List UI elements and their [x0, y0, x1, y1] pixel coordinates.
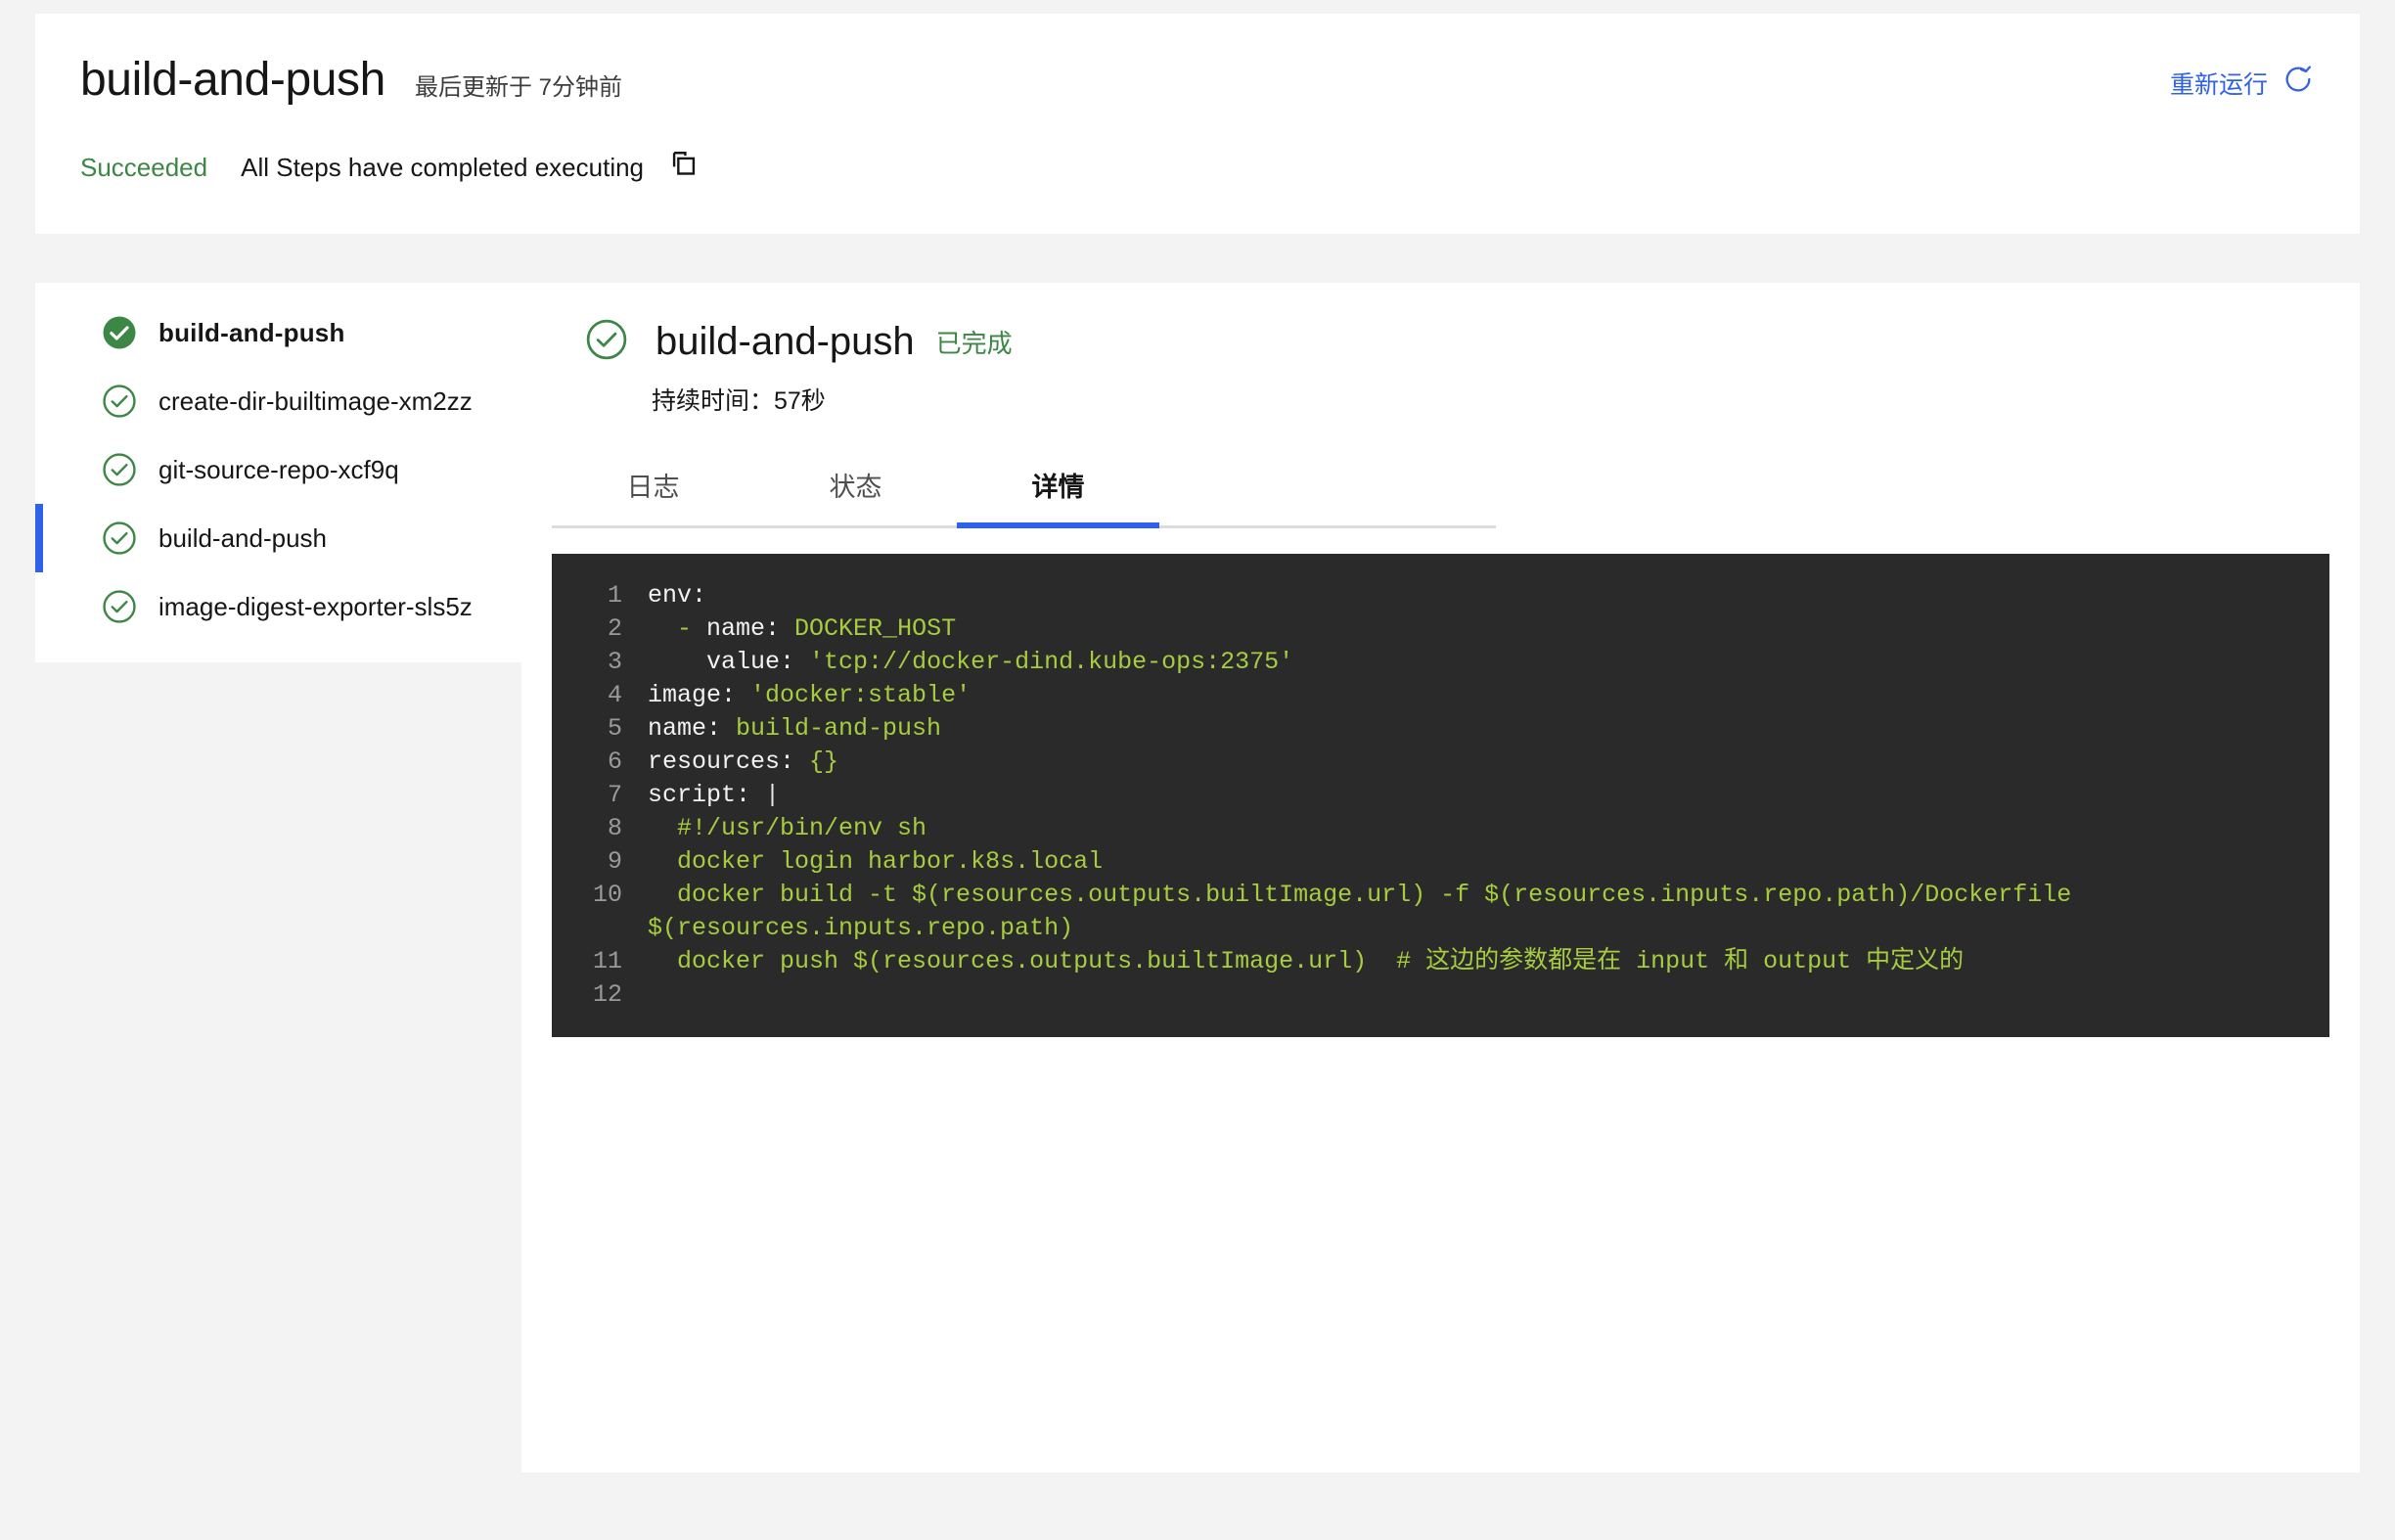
refresh-icon [2282, 63, 2315, 103]
code-token: docker build -t $(resources.outputs.buil… [648, 881, 2087, 942]
status-badge: Succeeded [80, 153, 208, 182]
code-line: 12 [552, 978, 2329, 1012]
check-circle-icon [585, 318, 628, 366]
code-line-number: 4 [607, 681, 622, 709]
code-line-content: - name: DOCKER_HOST [622, 612, 2329, 646]
check-circle-icon [102, 521, 137, 556]
pipeline-header-card: build-and-push 最后更新于 7分钟前 重新运行 Succeeded… [35, 14, 2360, 234]
code-line: 8 #!/usr/bin/env sh [552, 812, 2329, 845]
tab-label: 日志 [626, 473, 680, 502]
code-line-content: docker login harbor.k8s.local [622, 845, 2329, 879]
code-line-content: script: | [622, 779, 2329, 812]
code-line: 5 name: build-and-push [552, 712, 2329, 746]
code-token: - [648, 614, 707, 643]
code-token: DOCKER_HOST [794, 614, 957, 643]
check-circle-icon [102, 452, 137, 487]
tab-details[interactable]: 详情 [957, 458, 1159, 528]
code-line-content: image: 'docker:stable' [622, 679, 2329, 712]
code-line-number: 3 [607, 648, 622, 676]
tab-logs[interactable]: 日志 [552, 458, 754, 528]
pipeline-run-page: build-and-push 最后更新于 7分钟前 重新运行 Succeeded… [0, 0, 2395, 1540]
detail-tabs: 日志 状态 详情 [552, 458, 1496, 528]
code-token: # 这边的参数都是在 input 和 output 中定义的 [1396, 947, 1965, 975]
task-detail-panel: build-and-push 已完成 持续时间：57秒 日志 状态 详情 1 en… [521, 283, 2360, 1472]
sidebar-item-build-and-push-root[interactable]: build-and-push [35, 298, 521, 367]
code-line: 7 script: | [552, 779, 2329, 812]
status-message: All Steps have completed executing [241, 153, 645, 182]
code-token: name: [648, 714, 737, 743]
code-line-content: #!/usr/bin/env sh [622, 812, 2329, 845]
sidebar-item-build-and-push[interactable]: build-and-push [35, 504, 521, 572]
code-line: 10 docker build -t $(resources.outputs.b… [552, 879, 2329, 945]
code-line-number: 5 [607, 714, 622, 743]
code-line-number: 12 [592, 980, 622, 1009]
sidebar-item-label: build-and-push [158, 522, 328, 553]
code-line-number: 7 [607, 781, 622, 809]
code-token: | [765, 781, 781, 809]
code-line-number: 6 [607, 747, 622, 776]
pipeline-header-top: build-and-push 最后更新于 7分钟前 重新运行 [35, 14, 2360, 104]
code-line: 9 docker login harbor.k8s.local [552, 845, 2329, 879]
code-line: 4 image: 'docker:stable' [552, 679, 2329, 712]
code-token: build-and-push [736, 714, 942, 743]
code-line-number: 1 [607, 581, 622, 610]
code-line-number: 10 [592, 881, 622, 909]
tab-label: 状态 [829, 473, 882, 502]
pipeline-status-row: Succeeded All Steps have completed execu… [35, 104, 2360, 187]
code-line: 3 value: 'tcp://docker-dind.kube-ops:237… [552, 646, 2329, 679]
code-line-content: resources: {} [622, 746, 2329, 779]
code-token: {} [809, 747, 839, 776]
check-circle-filled-icon [102, 315, 137, 350]
sidebar-item-label: create-dir-builtimage-xm2zz [158, 385, 473, 416]
code-line: 11 docker push $(resources.outputs.built… [552, 945, 2329, 978]
copy-icon[interactable] [667, 149, 700, 187]
code-token: 'tcp://docker-dind.kube-ops:2375' [809, 648, 1294, 676]
sidebar-item-image-digest-exporter[interactable]: image-digest-exporter-sls5z [35, 572, 521, 641]
code-token: 'docker:stable' [750, 681, 972, 709]
tab-status[interactable]: 状态 [754, 458, 957, 528]
task-spec-code-block: 1 env: 2 - name: DOCKER_HOST 3 value: 'tcp:… [552, 554, 2329, 1037]
tab-label: 详情 [1031, 473, 1085, 502]
task-list-sidebar: build-and-push create-dir-builtimage-xm2… [35, 283, 521, 662]
code-line-number: 9 [607, 847, 622, 876]
code-line-number: 11 [592, 947, 622, 975]
code-line-number: 8 [607, 814, 622, 842]
sidebar-item-create-dir-builtimage[interactable]: create-dir-builtimage-xm2zz [35, 367, 521, 435]
code-line: 6 resources: {} [552, 746, 2329, 779]
code-line-content: docker push $(resources.outputs.builtIma… [622, 945, 2329, 978]
code-token: #!/usr/bin/env sh [648, 814, 927, 842]
tabs-filler [1159, 458, 1496, 528]
sidebar-item-label: git-source-repo-xcf9q [158, 454, 399, 484]
check-circle-icon [102, 384, 137, 419]
task-duration: 持续时间：57秒 [652, 387, 826, 415]
code-line: 2 - name: DOCKER_HOST [552, 612, 2329, 646]
last-updated-text: 最后更新于 7分钟前 [414, 74, 622, 101]
task-status-badge: 已完成 [935, 329, 1013, 358]
code-token: value: [648, 648, 810, 676]
code-token: resources: [648, 747, 810, 776]
task-name: build-and-push [655, 320, 915, 363]
code-line-number: 2 [607, 614, 622, 643]
code-line: 1 env: [552, 579, 2329, 612]
code-token: docker push $(resources.outputs.builtIma… [648, 947, 1397, 975]
code-line-content: docker build -t $(resources.outputs.buil… [622, 879, 2329, 945]
task-header: build-and-push 已完成 [521, 283, 2360, 366]
code-line-content: name: build-and-push [622, 712, 2329, 746]
code-token: name: [706, 614, 795, 643]
code-line-content: env: [622, 579, 2329, 612]
check-circle-icon [102, 589, 137, 624]
code-token: script: [648, 781, 766, 809]
page-title: build-and-push [80, 54, 385, 106]
sidebar-item-git-source-repo[interactable]: git-source-repo-xcf9q [35, 435, 521, 504]
rerun-button[interactable]: 重新运行 [2170, 63, 2315, 103]
code-token: docker login harbor.k8s.local [648, 847, 1104, 876]
code-line-content: value: 'tcp://docker-dind.kube-ops:2375' [622, 646, 2329, 679]
sidebar-item-label: image-digest-exporter-sls5z [158, 591, 473, 621]
code-token: env: [648, 581, 707, 610]
rerun-button-label: 重新运行 [2169, 70, 2268, 99]
sidebar-item-label: build-and-push [158, 317, 345, 347]
code-token: image: [648, 681, 751, 709]
